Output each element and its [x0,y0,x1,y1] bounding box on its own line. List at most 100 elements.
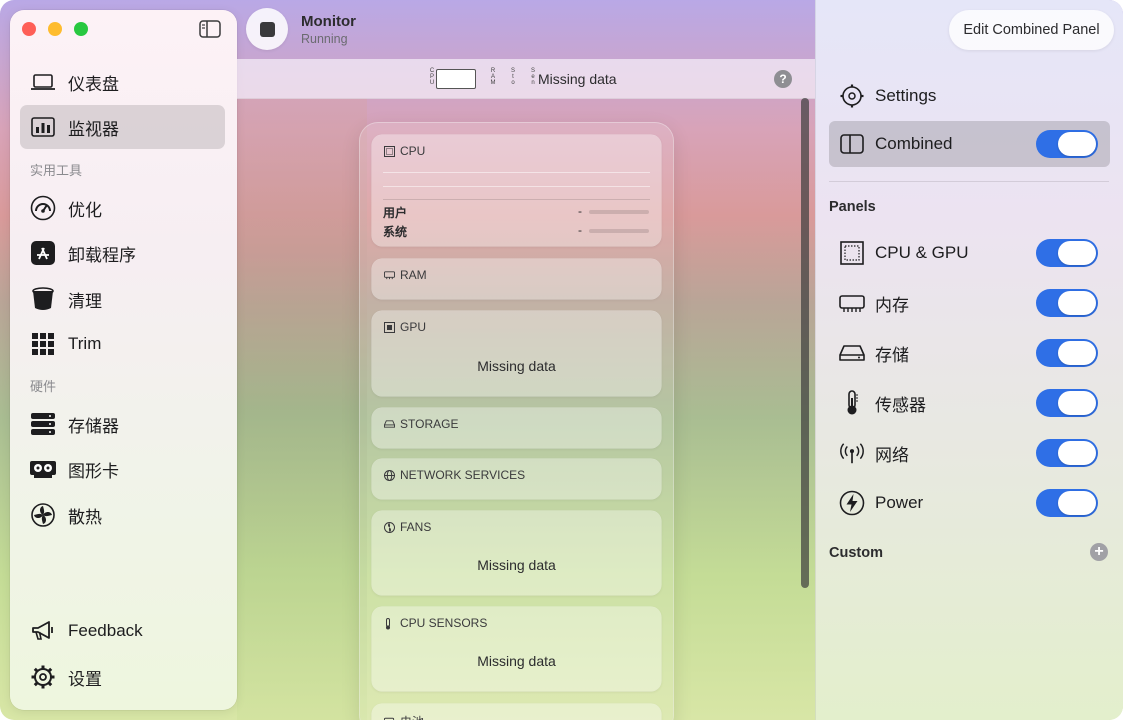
gpu-card-title: GPU [400,320,427,334]
power-toggle[interactable] [1036,489,1098,517]
storage-card[interactable]: STORAGE [372,408,661,448]
drive-icon [384,419,395,430]
panels-heading: Panels [829,199,876,215]
graphics-card-icon [30,456,56,482]
sidebar-item-storage[interactable]: 存储器 [20,402,225,446]
settings-row[interactable]: Settings [829,73,1110,119]
statusbar-label-cpu: CPU [429,68,435,86]
laptop-icon [30,69,56,95]
inspector-title: Edit Combined Panel [949,10,1114,50]
cpu-user-value: - [578,204,582,218]
sidebar-item-label: Feedback [68,621,143,640]
network-card-title: NETWORK SERVICES [400,468,526,482]
cpu-card[interactable]: CPU 用户 - 系统 - [372,135,661,246]
sensors-toggle[interactable] [1036,389,1098,417]
network-toggle[interactable] [1036,439,1098,467]
memory-icon [384,270,395,281]
add-custom-panel-button[interactable]: + [1090,543,1108,561]
section-label-hardware: 硬件 [30,379,57,394]
megaphone-icon [30,618,56,644]
battery-icon [384,716,395,720]
sidebar-item-label: 清理 [68,291,102,311]
cpu-sensors-card[interactable]: CPU SENSORS Missing data [372,607,661,691]
fans-card-title: FANS [400,520,432,534]
sensors-missing-data: Missing data [477,653,556,669]
combined-row[interactable]: Combined [829,121,1110,167]
cpu-user-label: 用户 [383,206,408,220]
sidebar-item-graphics[interactable]: 图形卡 [20,447,225,491]
sidebar-item-trim[interactable]: Trim [20,322,225,366]
memory-toggle[interactable] [1036,289,1098,317]
close-window-button[interactable] [22,22,36,36]
zoom-window-button[interactable] [74,22,88,36]
sidebar-item-uninstaller[interactable]: 卸载程序 [20,231,225,275]
stop-button[interactable] [246,8,288,50]
sidebar-item-label: 设置 [68,669,102,689]
statusbar-label-sensors: Sen [530,68,536,86]
cpu-chip-icon [839,240,865,266]
gear-icon [839,83,865,109]
sidebar-item-dashboard[interactable]: 仪表盘 [20,60,225,104]
sidebar-item-settings[interactable]: 设置 [20,655,225,699]
chart-bars-icon [30,114,56,140]
sidebar-item-label: Trim [68,334,102,353]
section-label-utilities: 实用工具 [30,163,83,178]
globe-icon [384,469,395,481]
sidebar-item-label: 图形卡 [68,461,119,481]
panel-row-memory[interactable]: 内存 [829,280,1110,326]
ram-card-title: RAM [400,268,427,282]
trash-bin-icon [30,286,56,312]
battery-card-title: 电池 [400,713,424,720]
panel-row-network[interactable]: 网络 [829,430,1110,476]
antenna-icon [839,440,865,466]
cpu-sensors-card-title: CPU SENSORS [400,616,488,630]
sidebar-item-label: 仪表盘 [68,74,119,94]
fan-icon [384,521,395,533]
panel-row-cpu-gpu[interactable]: CPU & GPU [829,230,1110,276]
minimize-window-button[interactable] [48,22,62,36]
sidebar-item-label: 监视器 [68,119,119,139]
panel-label: CPU & GPU [875,243,969,262]
fans-missing-data: Missing data [477,557,556,573]
sidebar-item-cooling[interactable]: 散热 [20,493,225,537]
panel-row-power[interactable]: Power [829,480,1110,526]
ram-card[interactable]: RAM [372,259,661,299]
panel-label: 内存 [875,295,909,315]
sidebar-item-optimize[interactable]: 优化 [20,186,225,230]
status-text: Running [301,32,348,46]
battery-card[interactable]: 电池 [372,704,661,720]
network-card[interactable]: NETWORK SERVICES [372,459,661,499]
content-background [237,98,367,720]
scrollbar-thumb[interactable] [801,98,809,588]
sidebar-toggle-icon[interactable] [199,20,221,38]
panel-label: 存储 [875,345,909,365]
storage-toggle[interactable] [1036,339,1098,367]
storage-card-title: STORAGE [400,417,459,431]
custom-heading: Custom [829,545,883,561]
cpu-gpu-toggle[interactable] [1036,239,1098,267]
scrollbar[interactable] [800,98,810,698]
panel-row-sensors[interactable]: 传感器 [829,380,1110,426]
combined-label: Combined [875,134,953,153]
fans-card[interactable]: FANS Missing data [372,511,661,595]
help-button[interactable]: ? [774,70,792,88]
panel-row-storage[interactable]: 存储 [829,330,1110,376]
thermometer-icon [384,617,395,629]
panel-label: Power [875,493,924,512]
panel-label: 传感器 [875,395,926,415]
cpu-graph-box [436,69,476,89]
statusbar-label-ram: RAM [490,68,496,86]
cpu-system-bar [589,229,649,233]
bolt-icon [839,490,865,516]
divider [829,181,1109,182]
sidebar-item-label: 存储器 [68,416,119,436]
sidebar-item-clean[interactable]: 清理 [20,277,225,321]
combined-toggle[interactable] [1036,130,1098,158]
statusbar-missing-data: Missing data [538,71,617,87]
gpu-card[interactable]: GPU Missing data [372,311,661,396]
sidebar-item-feedback[interactable]: Feedback [20,609,225,653]
memory-icon [839,290,865,316]
sidebar-item-monitor[interactable]: 监视器 [20,105,225,149]
storage-icon [30,411,56,437]
grid-icon [30,331,56,357]
